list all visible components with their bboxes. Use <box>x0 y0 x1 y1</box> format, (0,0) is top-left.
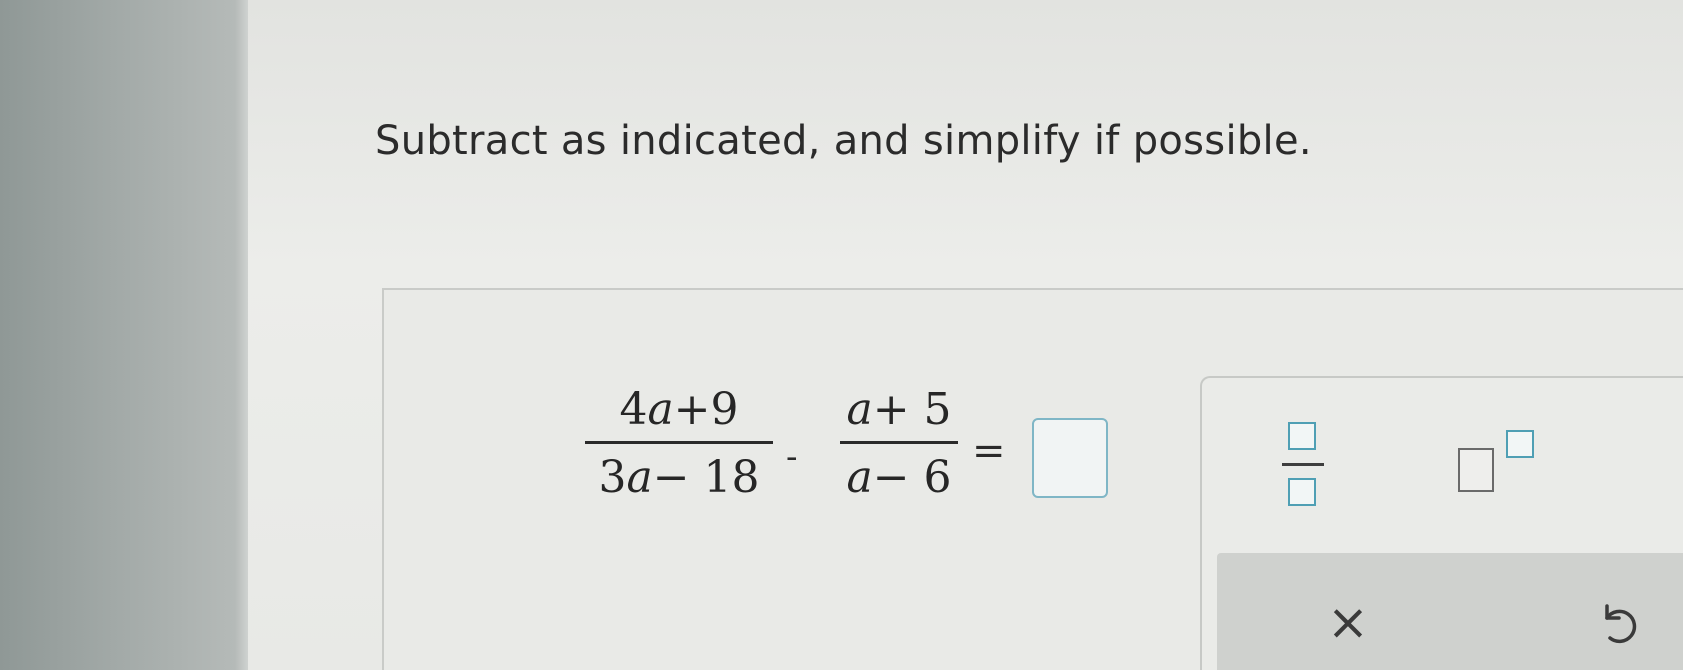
fraction-1-bar <box>585 441 773 444</box>
exponent-template-button[interactable] <box>1450 430 1540 498</box>
equals-sign: = <box>972 428 1006 474</box>
fraction-template-icon <box>1288 422 1316 450</box>
fraction-1: 4a+9 3a− 18 <box>585 384 773 503</box>
num1-var: a <box>647 384 674 435</box>
den1-rest: − 18 <box>652 452 760 503</box>
fraction-1-numerator: 4a+9 <box>585 384 773 435</box>
den2-var: a <box>846 452 873 503</box>
num2-var: a <box>846 384 873 435</box>
fraction-2-numerator: a+ 5 <box>840 384 958 435</box>
fraction-template-denominator-icon <box>1288 478 1316 506</box>
fraction-2-bar <box>840 441 958 444</box>
num1-coef: 4 <box>619 384 648 435</box>
question-prompt: Subtract as indicated, and simplify if p… <box>375 118 1312 164</box>
fraction-template-button[interactable] <box>1282 418 1324 510</box>
fraction-2-denominator: a− 6 <box>840 452 958 503</box>
undo-button[interactable] <box>1590 596 1646 652</box>
clear-button[interactable]: × <box>1318 592 1378 652</box>
num1-rest: +9 <box>673 384 739 435</box>
den2-rest: − 6 <box>872 452 952 503</box>
superscript-base-icon <box>1458 448 1494 492</box>
subtraction-operator: - <box>786 437 798 477</box>
superscript-template-icon <box>1506 430 1534 458</box>
den1-coef: 3 <box>598 452 627 503</box>
undo-icon <box>1605 604 1637 644</box>
fraction-template-bar <box>1282 463 1324 466</box>
answer-input[interactable] <box>1032 418 1108 498</box>
num2-rest: + 5 <box>872 384 952 435</box>
fraction-2: a+ 5 a− 6 <box>840 384 958 503</box>
den1-var: a <box>626 452 653 503</box>
fraction-1-denominator: 3a− 18 <box>585 452 773 503</box>
